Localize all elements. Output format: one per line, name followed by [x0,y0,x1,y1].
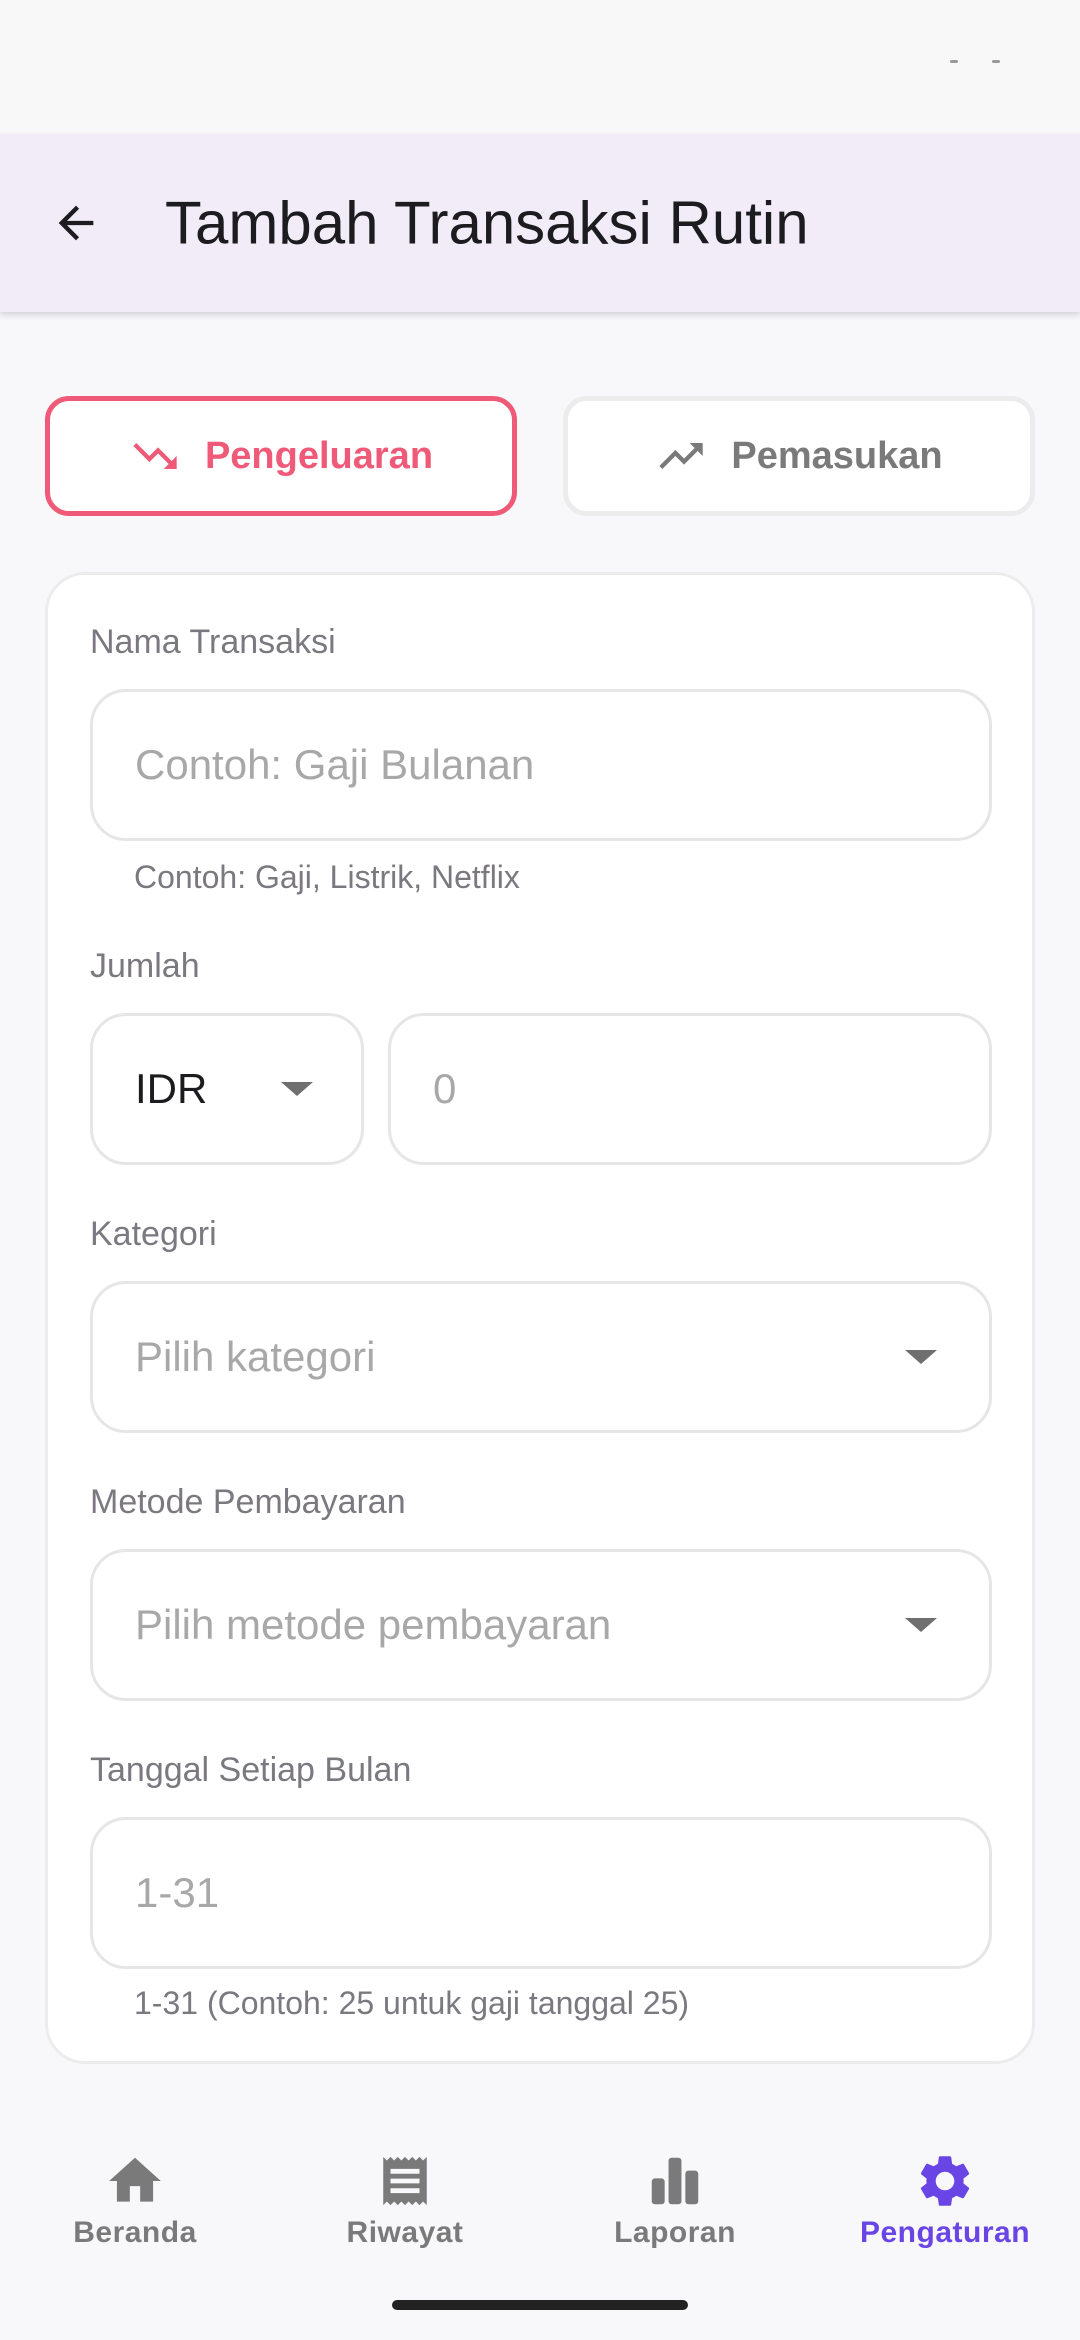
payment-method-label: Metode Pembayaran [90,1483,406,1521]
gear-icon [920,2156,970,2206]
status-bar [0,0,1080,134]
nav-label-pengaturan: Pengaturan [859,2216,1031,2249]
transaction-name-label: Nama Transaksi [90,623,336,661]
amount-input[interactable]: 0 [388,1013,992,1165]
dropdown-arrow-icon [281,1082,313,1096]
bar-chart-icon [651,2157,699,2205]
transaction-name-input[interactable]: Contoh: Gaji Bulanan [90,689,992,841]
day-of-month-helper: 1-31 (Contoh: 25 untuk gaji tanggal 25) [134,1985,690,2021]
status-indicators [950,60,1000,66]
nav-label-riwayat: Riwayat [346,2216,464,2249]
home-indicator[interactable] [392,2300,688,2310]
nav-item-laporan[interactable]: Laporan [540,2150,810,2260]
page-title: Tambah Transaksi Rutin [165,189,809,257]
expense-toggle-label: Pengeluaran [204,434,434,477]
recurring-transaction-form: Nama Transaksi Contoh: Gaji Bulanan Cont… [45,572,1035,2064]
amount-placeholder: 0 [433,1065,457,1112]
nav-item-beranda[interactable]: Beranda [0,2150,270,2260]
transaction-type-toggle: Pengeluaran Pemasukan [45,396,1035,516]
income-toggle-label: Pemasukan [731,434,943,477]
payment-method-dropdown[interactable]: Pilih metode pembayaran [90,1549,992,1701]
day-of-month-input[interactable]: 1-31 [90,1817,992,1969]
nav-item-riwayat[interactable]: Riwayat [270,2150,540,2260]
dropdown-arrow-icon [905,1350,937,1364]
currency-value: IDR [135,1065,208,1112]
transaction-name-placeholder: Contoh: Gaji Bulanan [135,741,535,788]
nav-label-beranda: Beranda [73,2216,197,2249]
trending-up-icon [659,443,704,469]
day-of-month-placeholder: 1-31 [135,1869,220,1916]
category-placeholder: Pilih kategori [135,1333,376,1380]
trending-down-icon [133,443,177,469]
payment-method-placeholder: Pilih metode pembayaran [135,1601,612,1648]
category-dropdown[interactable]: Pilih kategori [90,1281,992,1433]
nav-item-pengaturan[interactable]: Pengaturan [810,2150,1080,2260]
back-button[interactable] [36,183,116,263]
currency-dropdown[interactable]: IDR [90,1013,364,1165]
category-label: Kategori [90,1215,217,1253]
home-icon [109,2157,161,2202]
transaction-name-helper: Contoh: Gaji, Listrik, Netflix [134,859,520,895]
arrow-back-icon [58,205,94,241]
income-toggle-button[interactable]: Pemasukan [563,396,1035,516]
dropdown-arrow-icon [905,1618,937,1632]
expense-toggle-button[interactable]: Pengeluaran [45,396,517,516]
nav-label-laporan: Laporan [614,2216,736,2249]
amount-label: Jumlah [90,947,200,985]
receipt-icon [383,2156,427,2206]
app-bar: Tambah Transaksi Rutin [0,134,1080,312]
day-of-month-label: Tanggal Setiap Bulan [90,1751,412,1789]
